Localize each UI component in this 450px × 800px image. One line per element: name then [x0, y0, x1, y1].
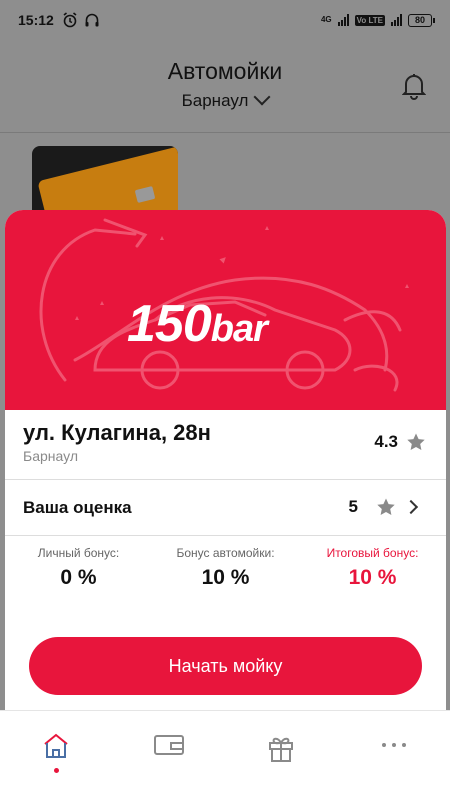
wash-bonus-value: 10 % [201, 566, 250, 589]
personal-bonus-value: 0 % [60, 566, 97, 589]
bell-icon[interactable] [402, 71, 426, 101]
alarm-icon [63, 12, 77, 28]
volte-badge: Vo LTE [354, 14, 385, 26]
total-bonus: Итоговый бонус: 10 % [299, 546, 446, 608]
headphones-icon [85, 13, 99, 27]
bottom-navigation [0, 710, 450, 800]
my-rating-row[interactable]: Ваша оценка 5 [5, 480, 446, 536]
car-wash-sheet: 150bar ул. Кулагина, 28н Барнаул 4.3 Ваш… [5, 210, 446, 710]
star-icon [377, 498, 395, 515]
nav-item-gifts[interactable] [225, 711, 338, 800]
active-indicator [53, 768, 59, 773]
address-row: ул. Кулагина, 28н Барнаул 4.3 [5, 410, 446, 480]
car-wash-rating: 4.3 [374, 432, 398, 451]
car-wash-city: Барнаул [23, 448, 78, 464]
signal-icon-2 [391, 14, 402, 26]
battery-icon: 80 [408, 13, 435, 27]
brand-logo: 150bar [127, 295, 268, 353]
wallet-icon [153, 735, 184, 755]
nav-item-more[interactable] [338, 711, 450, 800]
city-selector[interactable]: Барнаул [181, 88, 271, 111]
nav-item-wallet[interactable] [113, 711, 226, 800]
my-rating-label: Ваша оценка [23, 497, 132, 517]
chevron-down-icon [253, 88, 271, 106]
personal-bonus: Личный бонус: 0 % [5, 546, 152, 608]
more-icon [381, 743, 406, 747]
home-icon [44, 733, 68, 758]
page-title: Автомойки [167, 58, 283, 84]
gift-icon [269, 737, 294, 762]
star-icon [407, 433, 425, 450]
my-rating-value: 5 [348, 497, 358, 516]
network-type-label: 4G [320, 15, 332, 24]
start-wash-button[interactable]: Начать мойку [29, 637, 422, 695]
car-wash-banner: 150bar [5, 210, 446, 410]
total-bonus-label: Итоговый бонус: [326, 546, 419, 560]
personal-bonus-label: Личный бонус: [37, 546, 120, 560]
car-wash-address: ул. Кулагина, 28н [23, 420, 211, 445]
bonus-summary: Личный бонус: 0 % Бонус автомойки: 10 % … [5, 536, 446, 608]
page-header: Автомойки Барнаул [0, 55, 450, 133]
status-bar: 15:12 4G Vo LTE 80 [0, 0, 450, 40]
city-label: Барнаул [181, 91, 249, 110]
chevron-right-icon [403, 499, 419, 515]
signal-icon [337, 14, 349, 26]
status-time: 15:12 [18, 12, 54, 28]
wash-bonus: Бонус автомойки: 10 % [152, 546, 299, 608]
nav-item-home[interactable] [0, 711, 113, 800]
total-bonus-value: 10 % [348, 566, 397, 589]
wash-bonus-label: Бонус автомойки: [176, 546, 275, 560]
